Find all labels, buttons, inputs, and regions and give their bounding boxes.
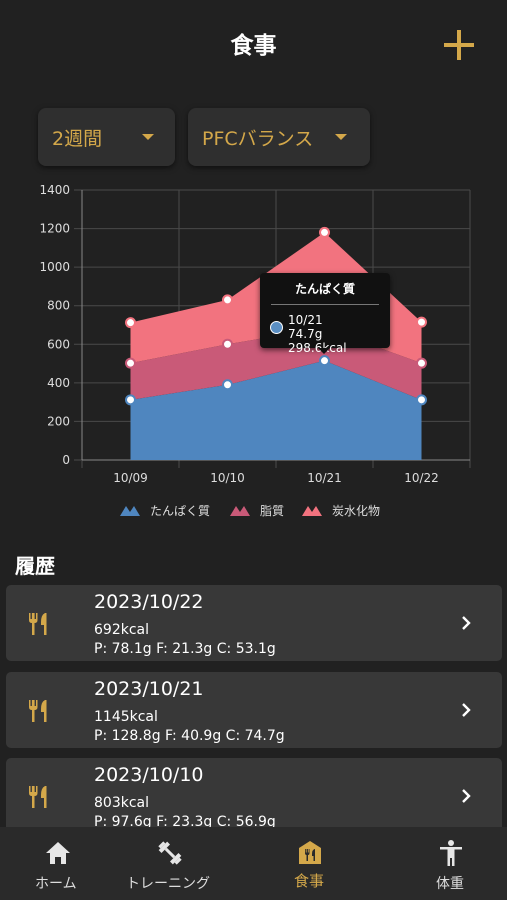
tooltip-divider: [271, 304, 379, 305]
history-kcal: 692kcal: [94, 622, 149, 638]
data-point[interactable]: [416, 316, 427, 328]
x-tick-label: 10/09: [113, 471, 148, 485]
fork-knife-icon: [29, 786, 47, 808]
nav-home[interactable]: ホーム: [30, 827, 86, 900]
nav-home-label: ホーム: [35, 876, 77, 892]
history-title: 履歴: [15, 554, 55, 578]
data-point[interactable]: [222, 338, 233, 350]
nav-training[interactable]: トレーニング: [120, 827, 220, 900]
chart-tooltip: たんぱく質 10/21 74.7g 298.6kcal: [260, 273, 390, 355]
meal-icon: [299, 841, 321, 864]
history-kcal: 803kcal: [94, 795, 149, 811]
y-tick-label: 800: [47, 299, 70, 313]
history-kcal: 1145kcal: [94, 709, 158, 725]
mode-dropdown-value: PFCバランス: [202, 127, 314, 150]
fork-knife-icon: [29, 700, 47, 722]
chevron-right-icon: [462, 789, 471, 803]
nav-training-label: トレーニング: [126, 876, 210, 892]
data-point[interactable]: [319, 226, 330, 238]
fork-knife-icon: [29, 613, 47, 635]
legend-area-icon: [302, 506, 322, 516]
nav-meal[interactable]: 食事: [282, 827, 338, 900]
period-dropdown[interactable]: 2週間: [38, 108, 175, 166]
data-point[interactable]: [416, 357, 427, 369]
tooltip-date: 10/21: [288, 313, 323, 327]
dumbbell-icon: [158, 841, 182, 865]
data-point[interactable]: [125, 394, 136, 406]
y-tick-label: 600: [47, 337, 70, 351]
y-tick-label: 200: [47, 414, 70, 428]
add-icon[interactable]: [438, 24, 480, 66]
history-item[interactable]: 2023/10/10 803kcal P: 97.6g F: 23.3g C: …: [6, 758, 502, 834]
tooltip-title: たんぱく質: [294, 282, 355, 296]
caret-down-icon: [142, 134, 154, 140]
y-tick-label: 0: [62, 453, 70, 467]
y-tick-label: 1000: [39, 260, 70, 274]
chevron-right-icon: [462, 703, 471, 717]
app-header: 食事: [0, 0, 507, 90]
history-date: 2023/10/21: [94, 678, 204, 700]
data-point[interactable]: [222, 379, 233, 391]
legend-label[interactable]: 脂質: [260, 503, 284, 518]
caret-down-icon: [335, 134, 347, 140]
mode-dropdown[interactable]: PFCバランス: [188, 108, 370, 166]
legend-label[interactable]: 炭水化物: [332, 504, 380, 518]
legend-area-icon: [120, 506, 140, 516]
series-marker-icon: [270, 321, 283, 334]
nav-weight-label: 体重: [436, 876, 464, 892]
y-tick-label: 400: [47, 376, 70, 390]
legend-label[interactable]: たんぱく質: [150, 503, 210, 518]
page-title: 食事: [230, 33, 277, 59]
history-date: 2023/10/10: [94, 764, 204, 786]
x-tick-label: 10/22: [404, 471, 439, 485]
data-point[interactable]: [125, 357, 136, 369]
chevron-right-icon: [462, 616, 471, 630]
history-date: 2023/10/22: [94, 591, 204, 613]
pfc-area-chart[interactable]: 0 200 400 600 800 1000 1200 1400 10/09 10/10 10/21…: [0, 178, 507, 533]
data-point[interactable]: [125, 317, 136, 329]
history-item[interactable]: 2023/10/22 692kcal P: 78.1g F: 21.3g C: …: [6, 585, 502, 661]
nav-meal-label: 食事: [294, 872, 325, 890]
legend-area-icon: [230, 506, 250, 516]
y-tick-label: 1200: [39, 222, 70, 236]
data-point[interactable]: [319, 355, 330, 367]
data-point[interactable]: [416, 394, 427, 406]
nav-weight[interactable]: 体重: [424, 827, 480, 900]
x-tick-label: 10/21: [307, 471, 342, 485]
tooltip-body: 10/21 74.7g 298.6kcal: [268, 313, 382, 355]
history-item[interactable]: 2023/10/21 1145kcal P: 128.8g F: 40.9g C…: [6, 672, 502, 748]
home-icon: [46, 842, 70, 864]
person-icon: [440, 840, 462, 866]
bottom-nav: ホーム トレーニング 食事 体重: [0, 827, 507, 900]
history-pfc: P: 128.8g F: 40.9g C: 74.7g: [94, 728, 285, 744]
y-tick-label: 1400: [39, 183, 70, 197]
period-dropdown-value: 2週間: [52, 127, 103, 150]
tooltip-value: 74.7g 298.6kcal: [288, 327, 347, 355]
history-pfc: P: 78.1g F: 21.3g C: 53.1g: [94, 641, 276, 657]
data-point[interactable]: [222, 294, 233, 306]
x-tick-label: 10/10: [210, 471, 245, 485]
